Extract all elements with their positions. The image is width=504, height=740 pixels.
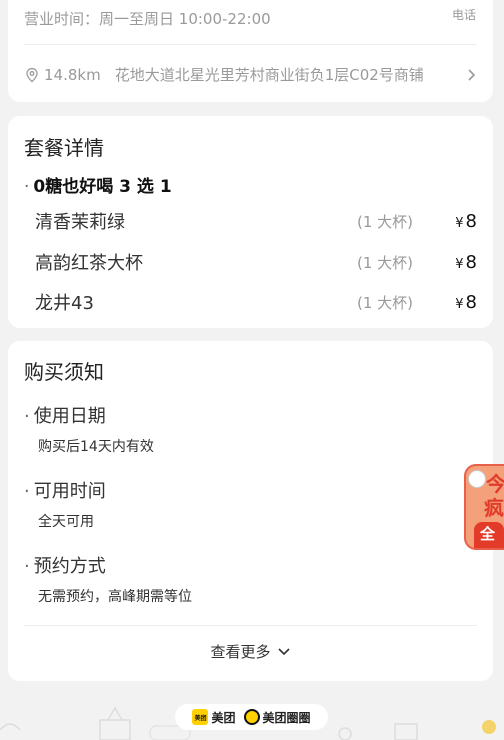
notice-title: 购买须知 [24, 360, 104, 384]
store-info-card: 营业时间：周一至周日 10:00-22:00 电话 14.8km 花地大道北星光… [8, 0, 493, 102]
divider [24, 625, 477, 626]
notice-heading: · 使用日期 [24, 406, 106, 427]
meituan-logo-icon: 美团 [192, 709, 209, 725]
item-qty: (1 大杯) [357, 293, 414, 312]
notice-body: 全天可用 [38, 514, 94, 530]
mascot-icon [468, 470, 486, 488]
location-pin-icon [26, 67, 38, 82]
item-price: ¥8 [455, 291, 477, 313]
brand-meituan: 美团 [211, 710, 236, 725]
package-item: 高韵红茶大杯 (1 大杯) ¥8 [35, 250, 477, 275]
package-item: 龙井43 (1 大杯) ¥8 [35, 290, 477, 315]
distance: 14.8km [44, 65, 101, 84]
package-item: 清香茉莉绿 (1 大杯) ¥8 [35, 209, 477, 234]
address-text: 花地大道北星光里芳村商业街负1层C02号商铺 [114, 66, 424, 84]
phone-button[interactable]: 电话 [452, 6, 476, 23]
notice-heading: · 可用时间 [24, 481, 106, 502]
item-name: 清香茉莉绿 [35, 212, 125, 233]
divider [24, 44, 477, 45]
item-qty: (1 大杯) [357, 253, 414, 272]
chevron-right-icon [468, 68, 476, 81]
meituan-quanquan-logo-icon [243, 709, 260, 725]
package-title: 套餐详情 [24, 136, 104, 160]
item-price: ¥8 [455, 251, 477, 273]
brand-meituan-quanquan: 美团圈圈 [262, 710, 311, 725]
item-qty: (1 大杯) [357, 212, 414, 231]
item-price: ¥8 [455, 210, 477, 232]
chevron-down-icon [277, 647, 290, 655]
notice-body: 无需预约，高峰期需等位 [38, 589, 192, 605]
business-hours-value: 周一至周日 10:00-22:00 [99, 10, 271, 28]
item-name: 龙井43 [35, 293, 94, 314]
address-row[interactable]: 14.8km 花地大道北星光里芳村商业街负1层C02号商铺 [24, 64, 477, 85]
purchase-notice-card: 购买须知 · 使用日期 购买后14天内有效 · 可用时间 全天可用 · 预约方式 无需… [8, 341, 493, 681]
item-name: 高韵红茶大杯 [35, 253, 143, 274]
business-hours: 营业时间：周一至周日 10:00-22:00 [24, 8, 271, 29]
brand-footer: 美团 美团 美团圈圈 [175, 704, 328, 730]
package-group-title: · 0糖也好喝 3 选 1 [24, 177, 172, 197]
floating-promo-widget[interactable]: 今 疯 全网 [464, 464, 504, 550]
notice-body: 购买后14天内有效 [38, 439, 154, 455]
business-hours-label: 营业时间： [24, 10, 100, 28]
view-more-button[interactable]: 查看更多 [8, 641, 493, 662]
notice-heading: · 预约方式 [24, 556, 106, 577]
package-details-card: 套餐详情 · 0糖也好喝 3 选 1 清香茉莉绿 (1 大杯) ¥8 高韵红茶大杯… [8, 116, 493, 328]
